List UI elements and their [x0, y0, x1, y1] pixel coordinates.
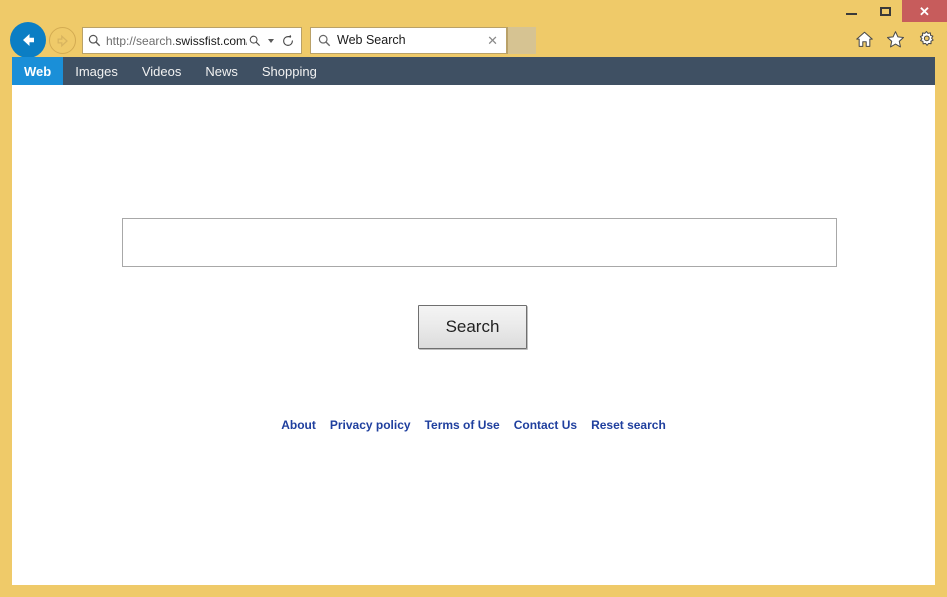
close-window-button[interactable]: ✕ [902, 0, 947, 22]
maximize-icon [879, 6, 891, 16]
browser-toolbar-icons [853, 28, 937, 50]
refresh-button[interactable] [279, 34, 297, 48]
tab-title: Web Search [337, 34, 406, 47]
minimize-button[interactable] [834, 0, 868, 22]
site-nav-item-web[interactable]: Web [12, 57, 64, 85]
browser-window: ✕ http://search.swissfist.com/ [0, 0, 947, 597]
back-arrow-icon [23, 34, 34, 46]
back-button[interactable] [10, 22, 46, 58]
footer-link-contact-us[interactable]: Contact Us [514, 418, 577, 432]
address-bar[interactable]: http://search.swissfist.com/ [82, 27, 302, 54]
tab-close-button[interactable]: ✕ [485, 34, 500, 47]
address-dropdown-button[interactable] [263, 38, 279, 43]
window-controls: ✕ [834, 0, 947, 22]
forward-arrow-icon [57, 34, 68, 47]
minimize-icon [845, 13, 857, 15]
footer-link-reset-search[interactable]: Reset search [591, 418, 666, 432]
close-icon: ✕ [919, 3, 930, 19]
home-button[interactable] [853, 28, 875, 50]
footer-link-terms-of-use[interactable]: Terms of Use [425, 418, 500, 432]
footer-link-about[interactable]: About [281, 418, 316, 432]
site-nav-item-news[interactable]: News [193, 57, 250, 85]
footer-links: About Privacy policy Terms of Use Contac… [12, 418, 935, 432]
search-button[interactable]: Search [418, 305, 527, 349]
browser-navigation-row: http://search.swissfist.com/ [0, 22, 947, 58]
browser-tab-web-search[interactable]: Web Search ✕ [310, 27, 507, 54]
site-nav-item-shopping[interactable]: Shopping [250, 57, 329, 85]
tab-favicon-magnifier-icon [318, 34, 331, 47]
forward-button[interactable] [49, 27, 76, 54]
magnifier-icon [249, 35, 261, 46]
new-tab-button[interactable] [507, 27, 536, 54]
settings-button[interactable] [915, 28, 937, 50]
tab-strip: Web Search ✕ [310, 27, 536, 54]
address-favicon-search-icon [88, 34, 101, 47]
address-search-button[interactable] [247, 35, 263, 47]
footer-link-privacy-policy[interactable]: Privacy policy [330, 418, 411, 432]
url-text: http://search.swissfist.com/ [106, 34, 247, 47]
title-bar: ✕ [0, 0, 947, 22]
home-icon [855, 31, 873, 47]
maximize-button[interactable] [868, 0, 902, 22]
chevron-down-icon [268, 38, 274, 43]
site-navigation-bar: Web Images Videos News Shopping [12, 57, 935, 85]
page-content: Search About Privacy policy Terms of Use… [12, 85, 935, 585]
site-nav-item-videos[interactable]: Videos [130, 57, 194, 85]
refresh-icon [283, 34, 293, 46]
search-input[interactable] [122, 218, 837, 267]
favorites-button[interactable] [884, 28, 906, 50]
site-nav-item-images[interactable]: Images [63, 57, 130, 85]
settings-gear-icon [919, 30, 934, 46]
favorites-star-icon [886, 30, 904, 47]
